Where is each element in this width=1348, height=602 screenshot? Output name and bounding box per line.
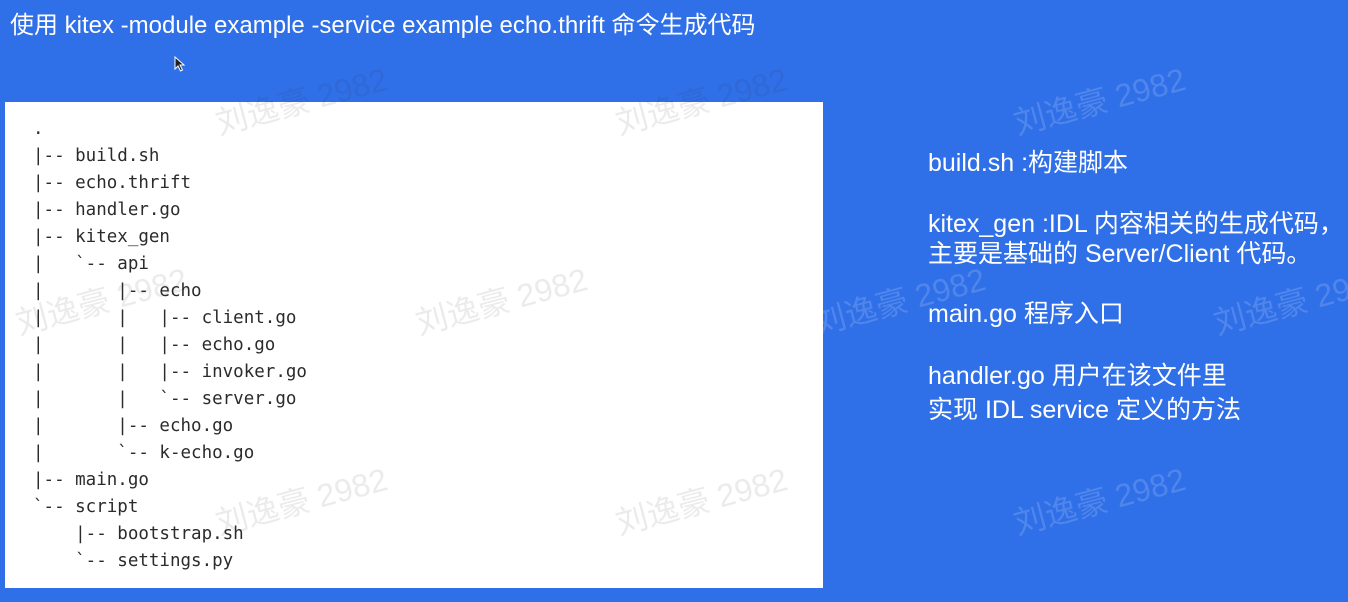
tree-line-api: | `-- api [33, 254, 149, 274]
tree-line-echo-thrift: |-- echo.thrift [33, 173, 192, 193]
tree-line-build-sh: |-- build.sh [33, 146, 160, 166]
tree-line-main-go: |-- main.go [33, 470, 149, 490]
tree-line-echo-echo-go: | | |-- echo.go [33, 335, 276, 355]
tree-line-bootstrap-sh: |-- bootstrap.sh [33, 524, 244, 544]
slide: 使用 kitex -module example -service exampl… [0, 0, 1348, 602]
tree-line-api-echo-go: | |-- echo.go [33, 416, 234, 436]
note-kitex-gen-line2: 主要是基础的 Server/Client 代码。 [928, 240, 1312, 268]
tree-line-k-echo-go: | `-- k-echo.go [33, 443, 255, 463]
note-handler-line2: 实现 IDL service 定义的方法 [928, 396, 1242, 424]
note-handler-line1: handler.go 用户在该文件里 [928, 362, 1227, 390]
mouse-cursor-icon [174, 56, 186, 72]
note-main-go: main.go 程序入口 [928, 300, 1124, 328]
note-kitex-gen-line1: kitex_gen :IDL 内容相关的生成代码， [928, 210, 1344, 238]
tree-line-handler-go: |-- handler.go [33, 200, 181, 220]
tree-line-invoker-go: | | |-- invoker.go [33, 362, 307, 382]
tree-line-echo-dir: | |-- echo [33, 281, 202, 301]
watermark: 刘逸豪 2982 [1009, 461, 1190, 542]
tree-line-settings-py: `-- settings.py [33, 551, 234, 571]
note-build-sh: build.sh :构建脚本 [928, 149, 1129, 177]
watermark: 刘逸豪 2982 [1009, 61, 1190, 142]
slide-title: 使用 kitex -module example -service exampl… [10, 12, 756, 39]
tree-line-script: `-- script [33, 497, 139, 517]
directory-tree-panel: . |-- build.sh |-- echo.thrift |-- handl… [5, 102, 823, 588]
tree-line-root: . [33, 119, 44, 139]
tree-line-server-go: | | `-- server.go [33, 389, 297, 409]
tree-line-kitex-gen: |-- kitex_gen [33, 227, 170, 247]
tree-line-client-go: | | |-- client.go [33, 308, 297, 328]
